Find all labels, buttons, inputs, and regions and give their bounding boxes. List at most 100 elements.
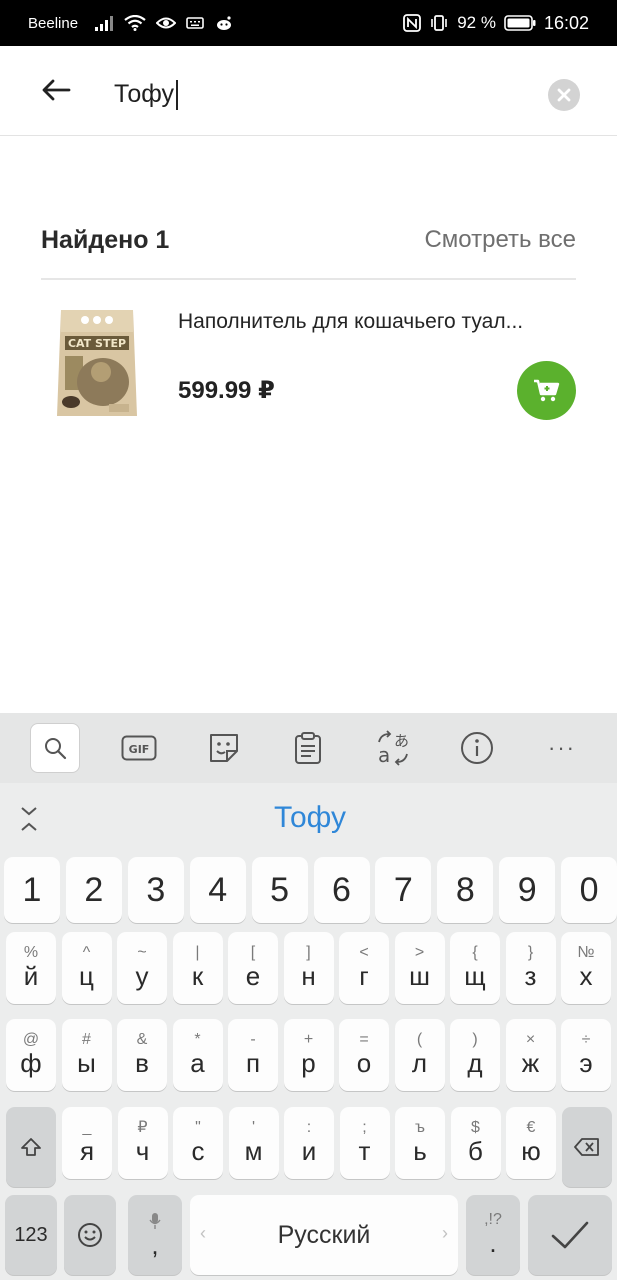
suggestion-word[interactable]: Тофу <box>200 801 420 835</box>
key-3[interactable]: 3 <box>127 857 184 923</box>
status-bar: Beeline 92 % 16:02 <box>0 0 617 46</box>
period-key[interactable]: ,!?. <box>466 1195 520 1275</box>
key-й[interactable]: % й <box>6 932 56 1004</box>
key-label: с <box>191 1136 205 1166</box>
key-х[interactable]: № х <box>561 932 611 1004</box>
svg-text:CAT STEP: CAT STEP <box>68 337 126 350</box>
key-label: 5 <box>270 871 290 909</box>
key-4[interactable]: 4 <box>189 857 246 923</box>
key-д[interactable]: ) д <box>450 1019 500 1091</box>
product-item[interactable]: CAT STEP Наполнитель для кошачьего туал.… <box>41 300 576 425</box>
key-м[interactable]: ' м <box>228 1107 279 1179</box>
emoji-key[interactable] <box>64 1195 116 1275</box>
view-all-link[interactable]: Смотреть все <box>424 226 576 254</box>
key-8[interactable]: 8 <box>437 857 494 923</box>
key-label: 0 <box>579 871 599 909</box>
chevron-left-icon: ‹ <box>200 1223 206 1243</box>
screen: Beeline 92 % 16:02 Тофу Найдено 1 Смотре… <box>0 0 617 1280</box>
key-е[interactable]: [е <box>228 932 278 1004</box>
product-image[interactable]: CAT STEP <box>51 306 143 420</box>
numbers-key[interactable]: 123 <box>5 1195 57 1275</box>
key-к[interactable]: | к <box>172 932 223 1004</box>
keyboard-search-button[interactable] <box>30 723 80 773</box>
key-р[interactable]: + р <box>283 1019 334 1091</box>
key-label: 8 <box>455 871 475 909</box>
key-label: ш <box>409 961 430 991</box>
key-label: п <box>245 1048 261 1078</box>
collapse-suggestions-button[interactable] <box>12 801 46 837</box>
translate-button[interactable]: aあ <box>368 723 418 773</box>
product-name[interactable]: Наполнитель для кошачьего туал... <box>178 310 578 334</box>
gif-button[interactable]: GIF <box>114 723 164 773</box>
clock: 16:02 <box>543 12 589 33</box>
key-6[interactable]: 6 <box>313 857 370 923</box>
key-з[interactable]: } з <box>505 932 556 1004</box>
key-о[interactable]: = о <box>339 1019 389 1091</box>
gif-icon: GIF <box>121 735 157 761</box>
key-label: 7 <box>393 871 413 909</box>
key-ч[interactable]: ₽ ч <box>117 1107 168 1179</box>
key-п[interactable]: -п <box>228 1019 278 1091</box>
key-ф[interactable]: @ ф <box>6 1019 56 1091</box>
key-2[interactable]: 2 <box>65 857 122 923</box>
search-input[interactable] <box>114 76 514 112</box>
svg-text:GIF: GIF <box>129 743 150 756</box>
key-н[interactable]: ] н <box>283 932 334 1004</box>
backspace-key[interactable] <box>562 1107 612 1187</box>
signal-icon <box>94 15 114 31</box>
key-а[interactable]: * а <box>172 1019 223 1091</box>
more-button[interactable]: ··· <box>537 723 587 773</box>
key-label: д <box>467 1048 483 1078</box>
key-в[interactable]: & в <box>117 1019 167 1091</box>
key-т[interactable]: ; т <box>339 1107 390 1179</box>
key-label: 1 <box>22 871 42 909</box>
key-label: е <box>245 961 261 991</box>
key-ь[interactable]: ъь <box>395 1107 445 1179</box>
key-ш[interactable]: > ш <box>394 932 445 1004</box>
key-7[interactable]: 7 <box>375 857 432 923</box>
results-header: Найдено 1 Смотреть все <box>41 222 576 258</box>
key-0[interactable]: 0 <box>561 857 617 923</box>
key-л[interactable]: (л <box>394 1019 445 1091</box>
close-icon <box>557 88 571 102</box>
key-label: у <box>135 961 149 991</box>
key-и[interactable]: :и <box>284 1107 334 1179</box>
key-ю[interactable]: € ю <box>506 1107 556 1179</box>
key-9[interactable]: 9 <box>499 857 556 923</box>
key-5[interactable]: 5 <box>251 857 308 923</box>
checkmark-icon <box>551 1221 589 1249</box>
add-to-cart-button[interactable] <box>517 361 576 420</box>
key-щ[interactable]: {щ <box>450 932 500 1004</box>
key-label: й <box>23 961 39 991</box>
arrow-left-icon <box>42 79 71 101</box>
key-у[interactable]: ~ у <box>117 932 167 1004</box>
divider <box>41 278 576 280</box>
key-с[interactable]: " с <box>173 1107 223 1179</box>
clear-search-button[interactable] <box>548 79 580 111</box>
nfc-icon <box>403 14 422 32</box>
text-caret <box>176 80 178 110</box>
key-я[interactable]: _ я <box>62 1107 112 1179</box>
key-1[interactable]: 1 <box>4 857 60 923</box>
space-key[interactable]: ‹ Русский › <box>190 1195 458 1275</box>
shift-key[interactable] <box>6 1107 56 1187</box>
clipboard-button[interactable] <box>283 723 333 773</box>
key-ж[interactable]: × ж <box>505 1019 556 1091</box>
key-label: , <box>151 1230 159 1260</box>
key-label: в <box>135 1048 149 1078</box>
key-label: щ <box>464 961 486 991</box>
key-ц[interactable]: ^ ц <box>61 932 112 1004</box>
key-б[interactable]: $ б <box>450 1107 501 1179</box>
sticker-button[interactable] <box>199 723 249 773</box>
key-label: . <box>489 1228 497 1258</box>
key-г[interactable]: < г <box>339 932 389 1004</box>
key-ы[interactable]: # ы <box>61 1019 112 1091</box>
key-label: х <box>579 961 593 991</box>
cart-icon <box>533 379 559 401</box>
info-button[interactable] <box>452 723 502 773</box>
back-button[interactable] <box>36 70 76 110</box>
key-label: 123 <box>14 1224 48 1246</box>
key-э[interactable]: ÷ э <box>561 1019 611 1091</box>
enter-key[interactable] <box>528 1195 612 1275</box>
comma-key[interactable]: , <box>128 1195 182 1275</box>
